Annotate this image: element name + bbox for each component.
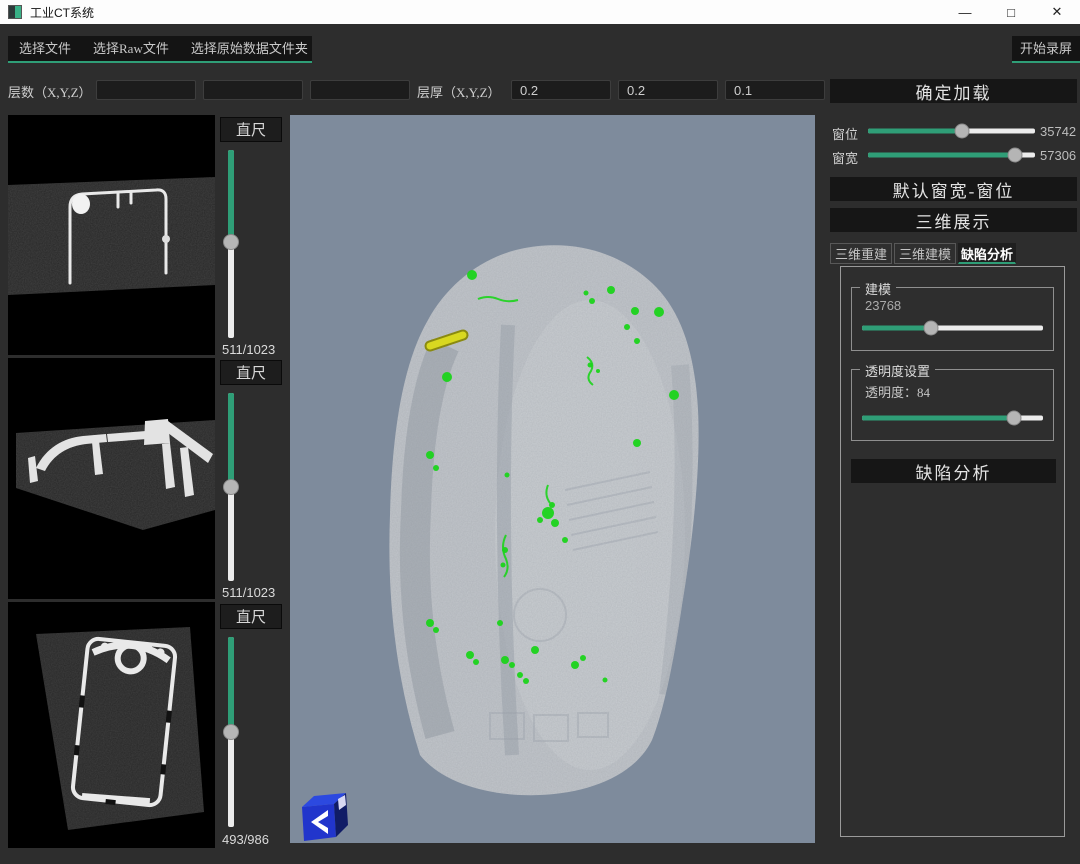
opacity-value-label: 透明度：84 [865, 382, 930, 401]
slice-slider-column-2: 直尺 511/1023 [218, 358, 290, 599]
start-recording-button[interactable]: 开始录屏 [1009, 37, 1080, 60]
slider-thumb[interactable] [223, 479, 239, 495]
slider-fill [862, 416, 1014, 421]
thickness-label: 层厚（X,Y,Z） [417, 82, 501, 101]
tab-3d-modeling[interactable]: 三维建模 [894, 243, 956, 264]
ruler-button-2[interactable]: 直尺 [220, 360, 282, 385]
thickness-y-input[interactable] [618, 80, 718, 100]
layers-label: 层数（X,Y,Z） [8, 82, 92, 101]
window-level-slider[interactable] [868, 123, 1035, 139]
opacity-groupbox: 透明度设置 透明度：84 [851, 369, 1054, 441]
tab-3d-reconstruction[interactable]: 三维重建 [830, 243, 892, 264]
layers-x-input[interactable] [96, 80, 196, 100]
defect-analysis-button[interactable]: 缺陷分析 [851, 459, 1056, 483]
opacity-group-title: 透明度设置 [860, 361, 935, 380]
ruler-button-3[interactable]: 直尺 [220, 604, 282, 629]
slider-fill [228, 637, 234, 732]
select-file-button[interactable]: 选择文件 [8, 37, 82, 60]
slider-fill [868, 153, 1015, 158]
opacity-slider[interactable] [862, 410, 1043, 426]
defect-analysis-tab-panel: 建模 23768 透明度设置 透明度：84 缺陷分析 [840, 266, 1065, 837]
slice-slider-2[interactable] [223, 393, 239, 581]
file-toolbar: 选择文件 选择Raw文件 选择原始数据文件夹 [8, 36, 312, 63]
modeling-groupbox: 建模 23768 [851, 287, 1054, 351]
3d-render-viewport[interactable] [290, 115, 815, 843]
slider-thumb[interactable] [1007, 411, 1022, 426]
layers-z-input[interactable] [310, 80, 410, 100]
app-icon [8, 5, 22, 19]
window-title: 工业CT系统 [30, 4, 94, 21]
thickness-z-input[interactable] [725, 80, 825, 100]
record-toolbar: 开始录屏 [1012, 36, 1080, 63]
maximize-button[interactable]: □ [988, 0, 1034, 24]
select-raw-data-folder-button[interactable]: 选择原始数据文件夹 [180, 37, 319, 60]
window-width-value: 57306 [1040, 148, 1076, 163]
minimize-button[interactable]: — [942, 0, 988, 24]
layers-y-input[interactable] [203, 80, 303, 100]
ct-slice-view-xz [8, 358, 215, 599]
slider-thumb[interactable] [923, 321, 938, 336]
slider-fill [868, 129, 962, 134]
slice-position-3: 493/986 [222, 832, 269, 847]
modeling-value: 23768 [865, 298, 901, 313]
window-width-slider[interactable] [868, 147, 1035, 163]
slider-thumb[interactable] [954, 124, 969, 139]
select-raw-file-button[interactable]: 选择Raw文件 [82, 37, 180, 60]
ct-slice-view-top [8, 602, 215, 848]
tab-defect-analysis[interactable]: 缺陷分析 [958, 243, 1016, 264]
modeling-group-title: 建模 [860, 279, 896, 298]
slider-fill [228, 393, 234, 487]
slider-thumb[interactable] [223, 724, 239, 740]
window-level-value: 35742 [1040, 124, 1076, 139]
slice-position-1: 511/1023 [222, 342, 275, 357]
slice-slider-column-1: 直尺 511/1023 [218, 115, 290, 355]
close-button[interactable]: ✕ [1034, 0, 1080, 24]
display-3d-button[interactable]: 三维展示 [830, 208, 1077, 232]
modeling-slider[interactable] [862, 320, 1043, 336]
slice-slider-column-3: 直尺 493/986 [218, 602, 290, 848]
thickness-x-input[interactable] [511, 80, 611, 100]
slider-thumb[interactable] [223, 234, 239, 250]
confirm-load-button[interactable]: 确定加载 [830, 79, 1077, 103]
slice-position-2: 511/1023 [222, 585, 275, 600]
slider-thumb[interactable] [1007, 148, 1022, 163]
slider-fill [862, 326, 931, 331]
ct-slice-view-xy [8, 115, 215, 355]
slice-slider-1[interactable] [223, 150, 239, 338]
slice-slider-3[interactable] [223, 637, 239, 827]
title-bar: 工业CT系统 — □ ✕ [0, 0, 1080, 24]
window-level-label: 窗位 [832, 124, 858, 143]
ruler-button-1[interactable]: 直尺 [220, 117, 282, 142]
default-window-button[interactable]: 默认窗宽-窗位 [830, 177, 1077, 201]
slider-fill [228, 150, 234, 242]
window-width-label: 窗宽 [832, 148, 858, 167]
